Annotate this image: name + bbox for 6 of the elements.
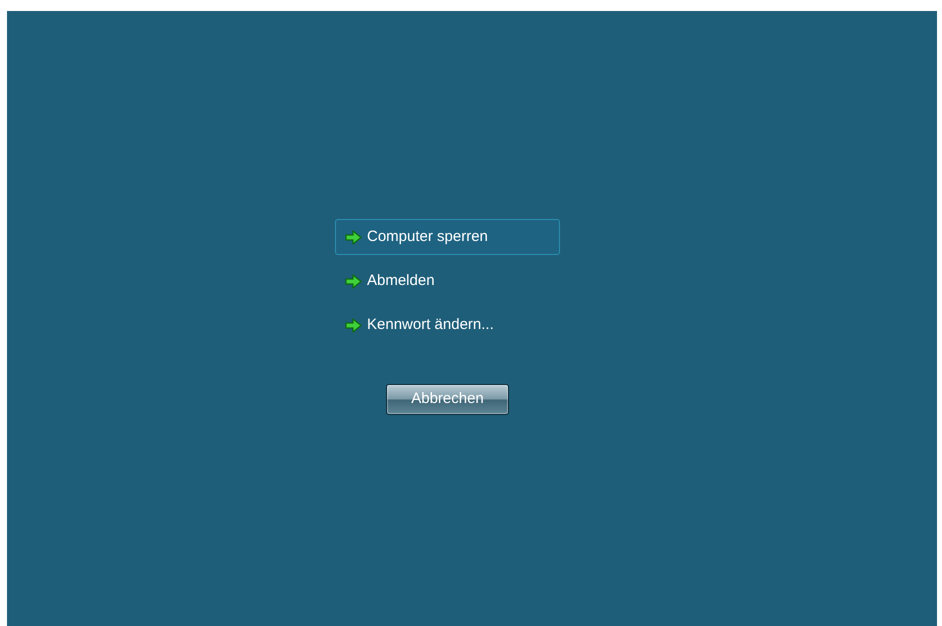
arrow-icon [345,318,362,332]
menu-option[interactable]: Computer sperren [335,219,560,255]
arrow-icon [345,274,362,288]
menu-option[interactable]: Abmelden [335,263,560,299]
menu-option[interactable]: Kennwort ändern... [335,307,560,343]
arrow-icon [345,230,362,244]
